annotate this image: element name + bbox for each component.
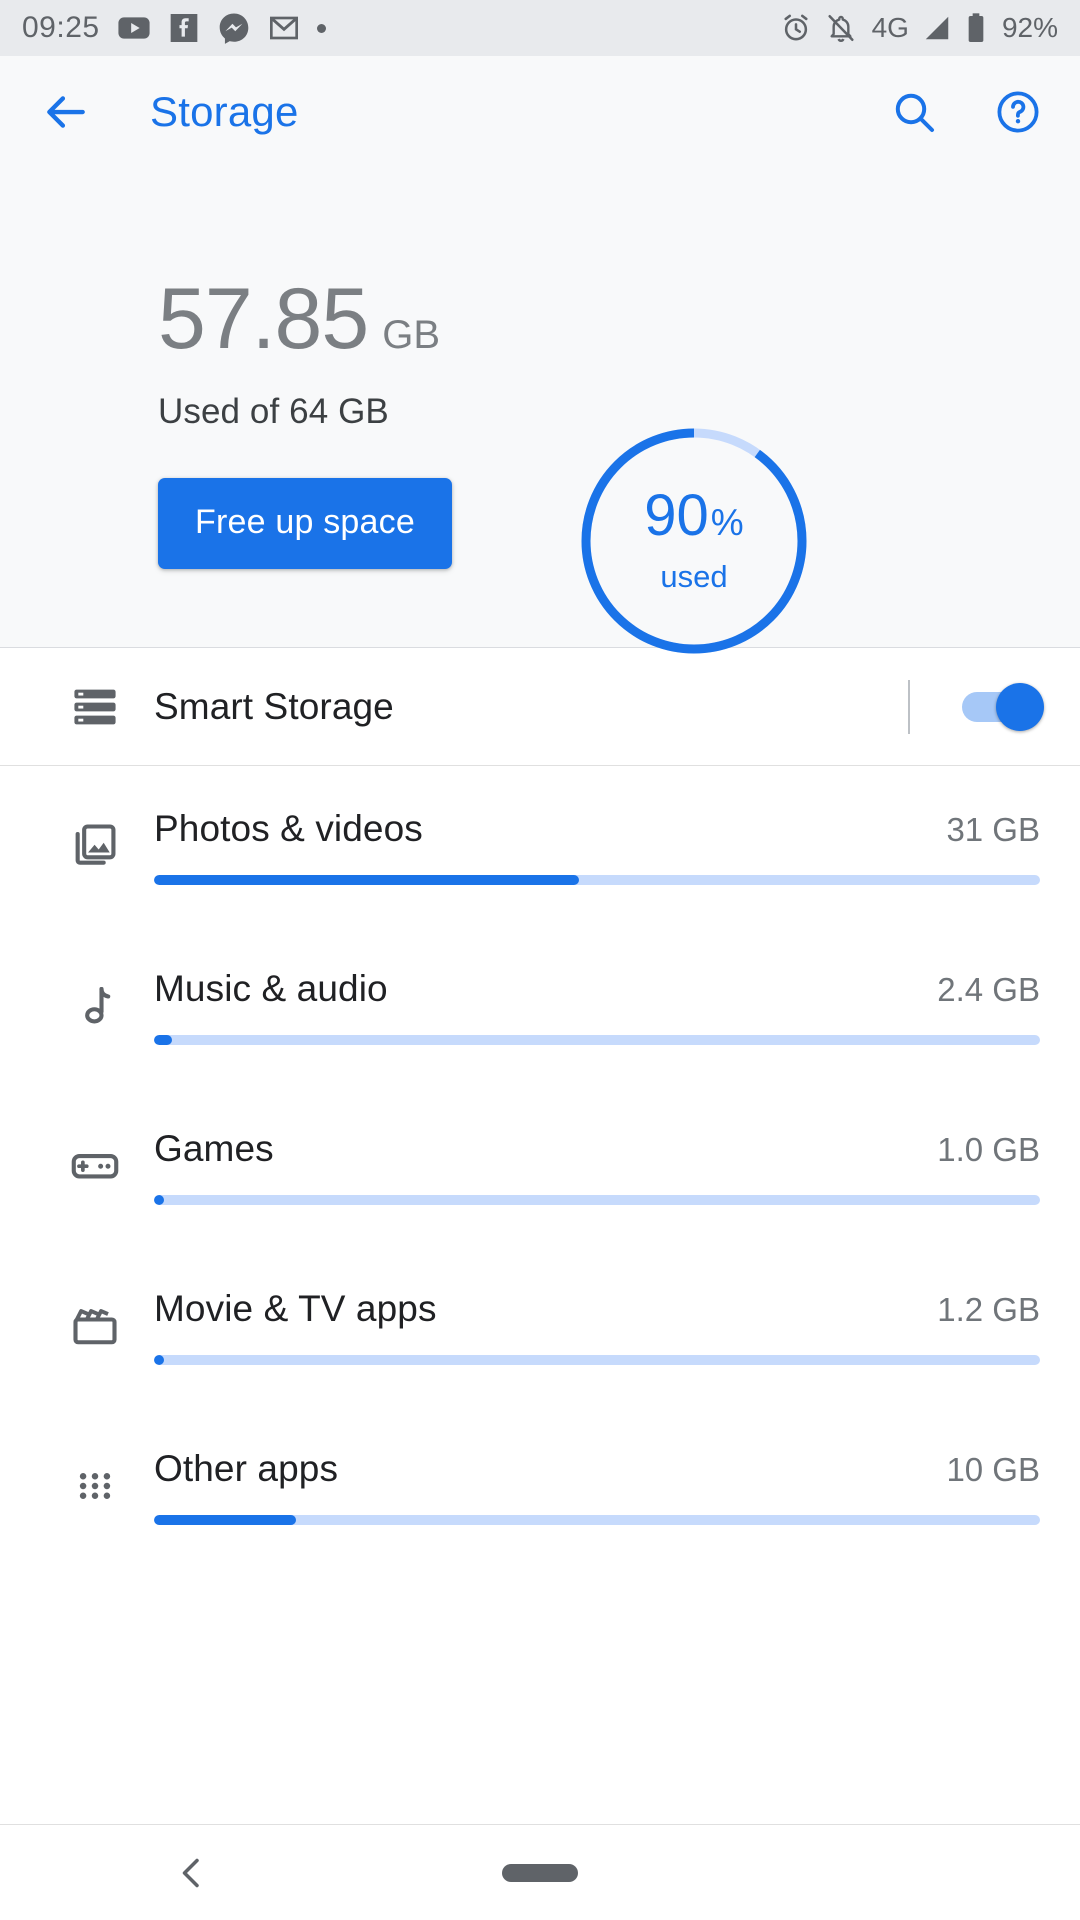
storage-summary-section: 57.85 GB Used of 64 GB Free up space 90 … [0,168,1080,654]
toggle-knob [996,682,1044,731]
category-size: 31 GB [946,810,1040,848]
nav-back-chevron-icon[interactable] [172,1853,212,1893]
used-amount-unit: GB [382,313,441,357]
storage-stack-icon [36,681,154,733]
system-nav-bar [0,1824,1080,1920]
page-title: Storage [150,88,299,135]
storage-category-list: Photos & videos 31 GB Music & audio 2.4 … [0,766,1080,1566]
help-icon[interactable] [990,84,1046,140]
apps-grid-icon [36,1460,154,1512]
facebook-icon [168,12,200,44]
category-size: 2.4 GB [937,970,1040,1008]
smart-storage-row[interactable]: Smart Storage [0,648,1080,766]
category-bar-track [154,1194,1040,1205]
storage-summary-text: 57.85 GB Used of 64 GB Free up space [0,264,452,569]
table-row[interactable]: Music & audio 2.4 GB [0,926,1080,1086]
toolbar-actions [886,84,1046,140]
category-size: 1.2 GB [937,1290,1040,1328]
back-arrow-icon[interactable] [38,84,94,140]
used-amount-value: 57.85 [158,271,369,367]
photos-icon [36,820,154,872]
status-bar: 09:25 4G 92% [0,0,1080,56]
battery-percent-label: 92% [1001,12,1058,43]
category-bar-fill [154,1514,296,1525]
battery-icon [965,12,987,44]
status-bar-clock: 09:25 [22,11,100,44]
category-body: Movie & TV apps 1.2 GB [154,1288,1040,1365]
category-size: 10 GB [946,1450,1040,1488]
status-bar-right: 4G 92% [780,12,1058,44]
messenger-icon [217,11,251,45]
category-body: Photos & videos 31 GB [154,808,1040,885]
storage-gauge: 90 % used [578,425,810,657]
category-header: Other apps 10 GB [154,1448,1040,1490]
table-row[interactable]: Movie & TV apps 1.2 GB [0,1246,1080,1406]
category-body: Games 1.0 GB [154,1128,1040,1205]
category-bar-fill [154,1194,164,1205]
category-header: Games 1.0 GB [154,1128,1040,1170]
category-bar-fill [154,1034,172,1045]
category-label: Music & audio [154,967,388,1009]
search-icon[interactable] [886,84,942,140]
smart-storage-toggle[interactable] [962,682,1044,731]
table-row[interactable]: Other apps 10 GB [0,1406,1080,1566]
category-header: Music & audio 2.4 GB [154,968,1040,1010]
category-bar-track [154,1034,1040,1045]
category-label: Photos & videos [154,807,423,849]
category-bar-track [154,1354,1040,1365]
category-header: Photos & videos 31 GB [154,808,1040,850]
alarm-icon [780,12,812,44]
category-header: Movie & TV apps 1.2 GB [154,1288,1040,1330]
network-type-label: 4G [871,12,909,43]
category-bar-fill [154,874,580,885]
youtube-icon [117,11,151,45]
games-icon [36,1140,154,1192]
category-body: Other apps 10 GB [154,1448,1040,1525]
status-bar-left: 09:25 [22,11,780,45]
home-pill-icon[interactable] [502,1863,578,1882]
table-row[interactable]: Photos & videos 31 GB [0,766,1080,926]
category-label: Other apps [154,1447,339,1489]
movie-icon [36,1300,154,1352]
category-label: Movie & TV apps [154,1287,437,1329]
category-size: 1.0 GB [937,1130,1040,1168]
gmail-icon [268,12,300,44]
dot-indicator-icon [316,23,326,33]
capacity-label: Used of 64 GB [158,392,389,431]
used-amount-line: 57.85 GB [158,276,452,362]
music-icon [36,980,154,1032]
signal-icon [922,13,952,43]
smart-storage-label: Smart Storage [154,685,394,727]
notifications-muted-icon [825,12,857,44]
free-up-space-button[interactable]: Free up space [158,478,452,569]
app-toolbar: Storage [0,56,1080,168]
category-bar-track [154,874,1040,885]
smart-storage-divider [908,679,910,734]
category-bar-fill [154,1354,164,1365]
category-label: Games [154,1127,274,1169]
table-row[interactable]: Games 1.0 GB [0,1086,1080,1246]
category-body: Music & audio 2.4 GB [154,968,1040,1045]
category-bar-track [154,1514,1040,1525]
